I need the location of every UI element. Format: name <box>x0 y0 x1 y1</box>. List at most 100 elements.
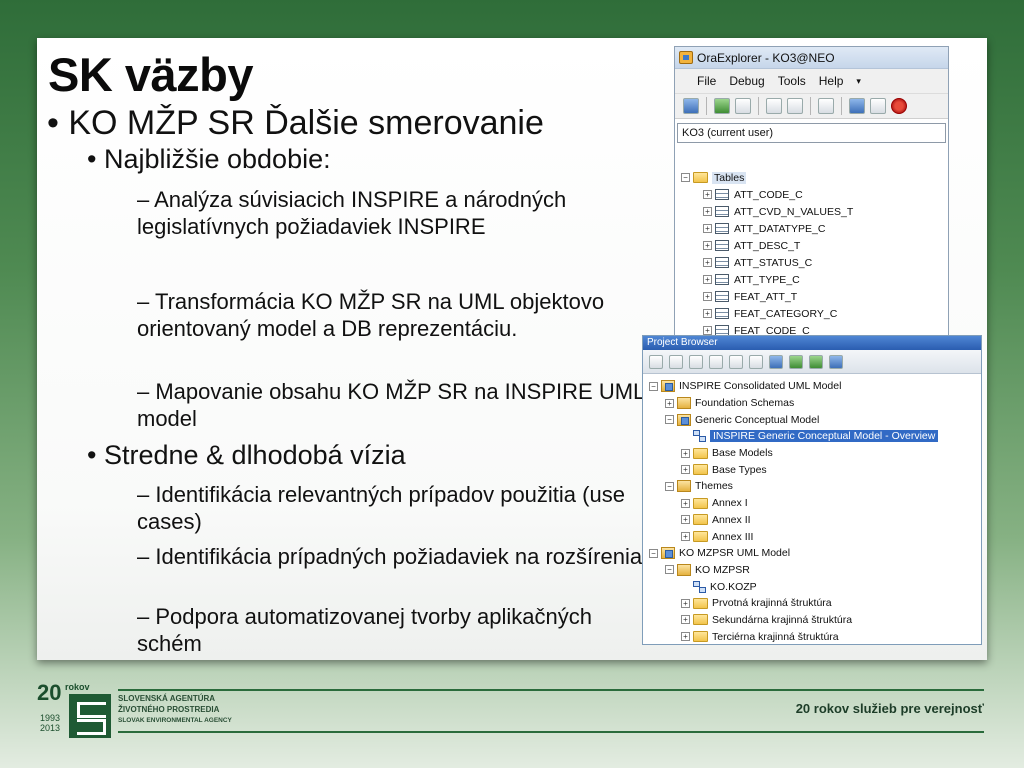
bullet-dot: • <box>87 440 104 470</box>
copy-icon[interactable] <box>787 98 803 114</box>
table-row[interactable]: + ATT_DESC_T <box>681 237 853 254</box>
sql-editor-icon[interactable] <box>818 98 834 114</box>
tree-package-node[interactable]: + Terciérna krajinná štruktúra <box>649 628 938 645</box>
new-diagram-icon[interactable] <box>689 354 703 369</box>
move-up-icon[interactable] <box>789 354 803 369</box>
tree-package-node[interactable]: − KO MZPSR <box>649 562 938 579</box>
tree-node-label: Terciérna krajinná štruktúra <box>712 630 839 643</box>
expand-icon[interactable]: + <box>703 258 712 267</box>
new-object-icon[interactable] <box>766 98 782 114</box>
schema-selector[interactable]: KO3 (current user) <box>677 123 946 143</box>
move-down-icon[interactable] <box>809 354 823 369</box>
expand-icon[interactable]: + <box>703 190 712 199</box>
footer-divider <box>118 689 984 691</box>
logo-rokov: rokov <box>65 682 90 692</box>
expand-icon[interactable]: + <box>703 292 712 301</box>
tree-package-node[interactable]: − Generic Conceptual Model <box>649 411 938 428</box>
tree-diagram-node[interactable]: KO.KOZP <box>649 578 938 595</box>
table-row[interactable]: + ATT_DATATYPE_C <box>681 220 853 237</box>
expand-icon[interactable]: + <box>681 448 690 458</box>
tree-package-node[interactable]: + Annex I <box>649 495 938 512</box>
expand-icon[interactable]: + <box>681 632 690 642</box>
table-icon <box>715 206 729 217</box>
slide: SK väzby • KO MŽP SR Ďalšie smerovanie •… <box>37 38 987 660</box>
tree-model-node[interactable]: − KO MZPSR UML Model <box>649 545 938 562</box>
expand-icon[interactable]: + <box>681 465 690 475</box>
connect-icon[interactable] <box>683 98 699 114</box>
view-icon[interactable] <box>769 354 783 369</box>
menu-debug[interactable]: Debug <box>729 74 764 88</box>
tree-package-node[interactable]: + Foundation Schemas <box>649 395 938 412</box>
collapse-icon[interactable]: − <box>665 415 674 425</box>
refresh-icon[interactable] <box>714 98 730 114</box>
collapse-icon[interactable]: − <box>681 173 690 182</box>
expand-icon[interactable]: + <box>703 241 712 250</box>
table-row[interactable]: + ATT_TYPE_C <box>681 271 853 288</box>
package-icon <box>661 380 675 393</box>
new-model-icon[interactable] <box>649 354 663 369</box>
logo-year-end: 2013 <box>40 723 61 733</box>
collapse-icon[interactable]: − <box>649 548 658 558</box>
properties-icon[interactable] <box>735 98 751 114</box>
menu-file[interactable]: File <box>697 74 716 88</box>
tree-package-node[interactable]: + Sekundárna krajinná štruktúra <box>649 612 938 629</box>
new-package-icon[interactable] <box>669 354 683 369</box>
agency-logo: 20 rokov 1993 2013 <box>37 680 121 738</box>
expand-icon[interactable]: + <box>703 326 712 335</box>
table-row[interactable]: + ATT_STATUS_C <box>681 254 853 271</box>
expand-icon[interactable]: + <box>681 615 690 625</box>
edit-icon[interactable] <box>749 354 763 369</box>
tree-node-tables[interactable]: − Tables <box>681 169 853 186</box>
report-icon[interactable] <box>870 98 886 114</box>
tree-package-node[interactable]: + Prvotná krajinná štruktúra <box>649 595 938 612</box>
folder-icon <box>693 614 708 626</box>
expand-icon[interactable]: + <box>681 515 690 525</box>
tools-icon[interactable] <box>849 98 865 114</box>
expand-icon[interactable]: + <box>681 498 690 508</box>
collapse-icon[interactable]: − <box>665 565 674 575</box>
package-icon <box>677 413 691 426</box>
expand-icon[interactable]: + <box>681 532 690 542</box>
menu-help[interactable]: Help <box>819 74 844 88</box>
find-icon[interactable] <box>729 354 743 369</box>
toolbar-separator <box>758 97 759 115</box>
folder-icon <box>693 464 708 476</box>
logo-number: 20 <box>37 680 62 705</box>
tree-node-label: Base Models <box>712 447 773 460</box>
agency-name-sk-1: SLOVENSKÁ AGENTÚRA <box>118 694 216 703</box>
expand-icon[interactable]: + <box>665 398 674 408</box>
expand-icon[interactable]: + <box>703 309 712 318</box>
table-row[interactable]: + ATT_CODE_C <box>681 186 853 203</box>
tree-package-node[interactable]: + Base Types <box>649 461 938 478</box>
oraexplorer-titlebar: OraExplorer - KO3@NEO <box>675 47 948 69</box>
collapse-icon[interactable]: − <box>649 381 658 391</box>
new-element-icon[interactable] <box>709 354 723 369</box>
project-browser-toolbar <box>643 350 981 374</box>
level1-bullet: • KO MŽP SR Ďalšie smerovanie <box>47 104 544 143</box>
tree-package-node[interactable]: + Annex II <box>649 512 938 529</box>
menu-overflow-icon[interactable]: ▾ <box>856 76 861 87</box>
table-row[interactable]: + FEAT_CATEGORY_C <box>681 305 853 322</box>
expand-icon[interactable]: + <box>703 224 712 233</box>
tree-package-node[interactable]: + Base Models <box>649 445 938 462</box>
table-icon <box>715 240 729 251</box>
collapse-icon[interactable]: − <box>665 481 674 491</box>
table-row[interactable]: + ATT_CVD_N_VALUES_T <box>681 203 853 220</box>
slide-item: – Podpora automatizovanej tvorby aplikač… <box>137 604 592 656</box>
tree-package-node[interactable]: − Themes <box>649 478 938 495</box>
tree-package-node[interactable]: + Annex III <box>649 528 938 545</box>
expand-icon[interactable]: + <box>681 598 690 608</box>
package-icon <box>677 563 691 576</box>
tree-node-label: Foundation Schemas <box>695 397 795 410</box>
expand-icon[interactable]: + <box>703 207 712 216</box>
expand-icon[interactable]: + <box>703 275 712 284</box>
menu-tools[interactable]: Tools <box>778 74 806 88</box>
tree-model-node[interactable]: − INSPIRE Consolidated UML Model <box>649 378 938 395</box>
diagram-icon <box>693 430 706 443</box>
oraexplorer-window: OraExplorer - KO3@NEO File Debug Tools H… <box>674 46 949 351</box>
table-row[interactable]: + FEAT_ATT_T <box>681 288 853 305</box>
stop-icon[interactable] <box>891 98 907 114</box>
tree-diagram-node[interactable]: INSPIRE Generic Conceptual Model - Overv… <box>649 428 939 445</box>
help-icon[interactable] <box>829 354 843 369</box>
section-heading-long-term: • Stredne & dlhodobá vízia <box>87 440 406 471</box>
